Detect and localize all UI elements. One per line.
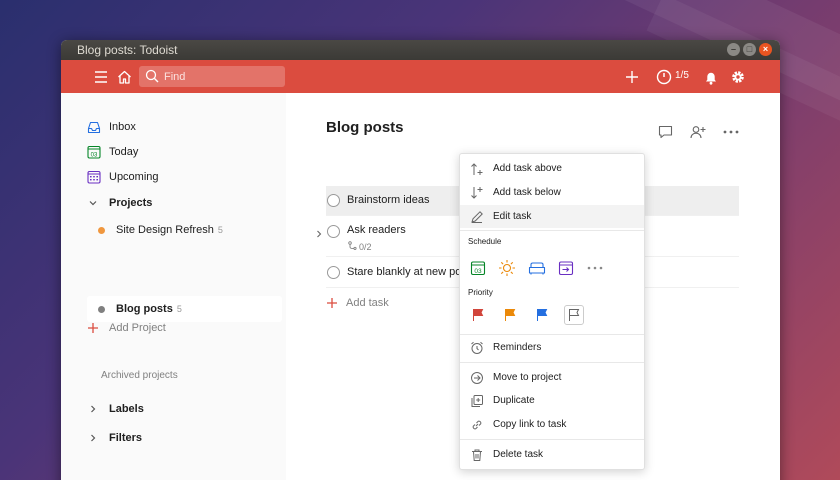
archived-projects-link[interactable]: Archived projects bbox=[101, 370, 178, 381]
project-color-dot bbox=[98, 305, 105, 313]
add-project-button[interactable]: Add Project bbox=[87, 316, 166, 340]
move-arrow-icon bbox=[460, 371, 493, 385]
schedule-weekend-sofa-icon[interactable] bbox=[527, 258, 547, 278]
svg-text:03: 03 bbox=[91, 152, 98, 158]
quick-add-icon[interactable] bbox=[622, 67, 642, 87]
chevron-right-icon[interactable] bbox=[314, 226, 324, 244]
menu-add-task-above[interactable]: Add task above bbox=[460, 157, 644, 180]
inbox-icon bbox=[87, 121, 109, 134]
productivity-icon[interactable] bbox=[654, 67, 674, 87]
sidebar-filters-header[interactable]: Filters bbox=[87, 426, 142, 450]
chevron-right-icon bbox=[87, 403, 109, 415]
task-checkbox[interactable] bbox=[327, 225, 340, 238]
sidebar-labels-header[interactable]: Labels bbox=[87, 397, 144, 421]
search-input[interactable] bbox=[164, 68, 279, 85]
comment-icon[interactable] bbox=[656, 123, 674, 141]
add-person-icon[interactable] bbox=[689, 123, 707, 141]
task-checkbox[interactable] bbox=[327, 194, 340, 207]
project-color-dot bbox=[98, 226, 105, 234]
subtask-count: 0/2 bbox=[348, 241, 372, 252]
chevron-down-icon bbox=[87, 197, 109, 209]
menu-move-to-project[interactable]: Move to project bbox=[460, 366, 644, 389]
add-task-button[interactable]: Add task bbox=[326, 297, 389, 309]
menu-add-task-below[interactable]: Add task below bbox=[460, 181, 644, 204]
schedule-tomorrow-sun-icon[interactable] bbox=[497, 258, 517, 278]
sidebar-item-project-site-design[interactable]: Site Design Refresh 5 bbox=[87, 218, 223, 242]
sidebar-item-inbox[interactable]: Inbox bbox=[87, 115, 136, 139]
schedule-today-option[interactable]: 03 bbox=[468, 258, 488, 278]
pencil-icon bbox=[460, 210, 493, 224]
task-checkbox[interactable] bbox=[327, 266, 340, 279]
karma-count[interactable]: 1/5 bbox=[675, 70, 689, 81]
home-icon[interactable] bbox=[114, 67, 134, 87]
priority-2-flag-icon[interactable] bbox=[500, 305, 520, 325]
page-title: Blog posts bbox=[326, 119, 404, 136]
task-context-menu: Add task above Add task below Edit task … bbox=[459, 153, 645, 470]
svg-text:03: 03 bbox=[474, 268, 482, 275]
minimize-button[interactable]: – bbox=[727, 43, 740, 56]
menu-icon[interactable] bbox=[91, 67, 111, 87]
title-bar: Blog posts: Todoist – □ × bbox=[61, 40, 780, 60]
subtask-icon bbox=[348, 241, 357, 252]
plus-icon bbox=[87, 322, 109, 334]
app-window: Blog posts: Todoist – □ × 1/5 bbox=[61, 40, 780, 480]
search-box[interactable] bbox=[139, 66, 285, 87]
menu-edit-task[interactable]: Edit task bbox=[460, 205, 644, 228]
sidebar-projects-header[interactable]: Projects bbox=[87, 191, 152, 215]
priority-4-flag-icon[interactable] bbox=[564, 305, 584, 325]
duplicate-icon bbox=[460, 394, 493, 408]
more-schedule-options-icon[interactable] bbox=[585, 258, 605, 278]
alarm-clock-icon bbox=[460, 341, 493, 355]
menu-reminders[interactable]: Reminders bbox=[460, 336, 644, 359]
schedule-next-week-icon[interactable] bbox=[556, 258, 576, 278]
plus-icon bbox=[326, 297, 338, 309]
add-above-icon bbox=[460, 162, 493, 176]
calendar-upcoming-icon bbox=[87, 170, 109, 184]
sidebar: Inbox 03 Today Upcoming Projects Site De… bbox=[61, 93, 286, 480]
link-icon bbox=[460, 418, 493, 432]
more-options-icon[interactable] bbox=[722, 123, 740, 141]
menu-delete-task[interactable]: Delete task bbox=[460, 443, 644, 466]
search-icon bbox=[145, 69, 159, 88]
priority-3-flag-icon[interactable] bbox=[532, 305, 552, 325]
window-title: Blog posts: Todoist bbox=[77, 43, 178, 57]
gear-icon[interactable] bbox=[728, 67, 748, 87]
add-below-icon bbox=[460, 186, 493, 200]
menu-duplicate[interactable]: Duplicate bbox=[460, 389, 644, 412]
chevron-right-icon bbox=[87, 432, 109, 444]
bell-icon[interactable] bbox=[701, 67, 721, 87]
top-bar: 1/5 bbox=[61, 60, 780, 93]
trash-icon bbox=[460, 448, 493, 462]
sidebar-item-today[interactable]: 03 Today bbox=[87, 140, 138, 164]
calendar-today-icon: 03 bbox=[87, 145, 109, 159]
priority-1-flag-icon[interactable] bbox=[468, 305, 488, 325]
maximize-button[interactable]: □ bbox=[743, 43, 756, 56]
close-button[interactable]: × bbox=[759, 43, 772, 56]
sidebar-item-upcoming[interactable]: Upcoming bbox=[87, 165, 159, 189]
menu-copy-link[interactable]: Copy link to task bbox=[460, 413, 644, 436]
